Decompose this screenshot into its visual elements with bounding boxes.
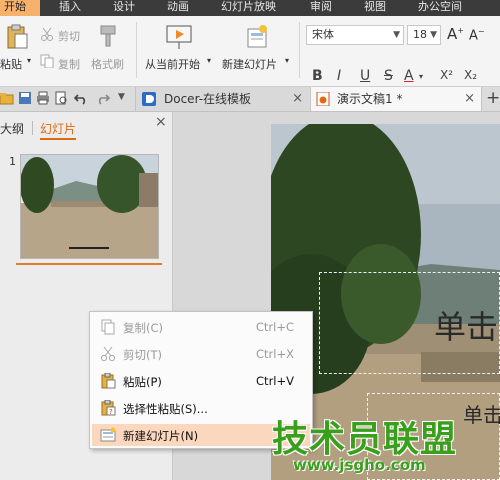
svg-text:?: ? [109,408,113,416]
paste-special-icon: ? [101,400,116,416]
tab-docer-templates[interactable]: Docer-在线模板 × [135,87,309,111]
close-icon[interactable]: × [464,87,475,111]
print-preview-icon[interactable] [54,91,68,105]
subscript-button[interactable]: X₂ [464,68,477,82]
ribbon: 粘贴 ▾ 剪切 复制 格式刷 从当前开始 ▾ 新建幻灯片 ▾ 宋体 ▼ 18 ▼ [0,16,500,87]
undo-icon[interactable] [74,91,88,105]
tab-insert[interactable]: 插入 [59,0,81,16]
ribbon-tab-bar: 开始 插入 设计 动画 幻灯片放映 审阅 视图 办公空间 [0,0,500,16]
tab-design[interactable]: 设计 [113,0,135,16]
menu-item-paste[interactable]: 粘贴(P) Ctrl+V [92,370,310,392]
quick-access-more-icon[interactable]: ▼ [118,92,125,102]
font-size-select[interactable]: 18 ▼ [407,25,441,45]
docer-logo-icon [142,92,156,106]
menu-item-label: 剪切(T) [123,348,162,362]
cut-button[interactable]: 剪切 [58,28,80,44]
tab-review[interactable]: 审阅 [310,0,332,16]
grow-font-button[interactable]: A+ [447,25,464,43]
paste-dropdown-icon[interactable]: ▾ [27,56,31,65]
thumbnail-landscape-image [21,155,158,258]
menu-item-shortcut: Ctrl+X [256,347,294,361]
clipboard-icon [101,373,116,389]
tab-presentation-label: 演示文稿1 * [337,92,403,106]
menu-item-label: 复制(C) [123,321,164,335]
save-icon[interactable] [18,91,32,105]
menu-item-copy[interactable]: 复制(C) Ctrl+C [92,316,310,338]
print-icon[interactable] [36,91,50,105]
slide-thumbnail[interactable] [20,154,159,259]
tab-home[interactable]: 开始 [0,0,40,16]
tab-docer-label: Docer-在线模板 [164,92,252,106]
play-from-current-button[interactable]: 从当前开始 [145,56,200,72]
chevron-down-icon: ▼ [393,30,400,40]
format-painter-button[interactable]: 格式刷 [91,56,124,72]
slide-number: 1 [9,155,16,168]
new-tab-button[interactable]: + [486,88,500,108]
new-slide-icon [100,427,116,442]
title-placeholder-text: 单击 [434,308,499,346]
scissors-icon [41,27,53,41]
presentation-file-icon [316,92,330,106]
new-slide-dropdown-icon[interactable]: ▾ [285,56,289,65]
paste-button[interactable]: 粘贴 [0,56,22,72]
document-tab-bar: ▼ Docer-在线模板 × 演示文稿1 * × + [0,87,500,112]
redo-icon[interactable] [96,91,110,105]
play-from-current-icon[interactable] [165,24,193,50]
tab-animation[interactable]: 动画 [167,0,189,16]
font-name-select[interactable]: 宋体 ▼ [306,25,404,45]
new-slide-icon[interactable] [245,24,269,50]
font-color-dropdown-icon[interactable]: ▾ [419,72,423,81]
paste-icon[interactable] [6,24,28,50]
copy-icon [101,319,115,335]
copy-button[interactable]: 复制 [58,56,80,72]
italic-button[interactable]: I [337,68,341,84]
scissors-icon [100,346,116,362]
superscript-button[interactable]: X² [440,68,453,82]
font-name-value: 宋体 [312,28,334,41]
new-slide-button[interactable]: 新建幻灯片 [222,56,277,72]
tab-slides[interactable]: 幻灯片 [40,120,77,140]
selected-slide-indicator [16,263,162,265]
chevron-down-icon: ▼ [430,30,437,40]
close-icon[interactable]: × [292,87,303,111]
menu-item-label: 新建幻灯片(N) [123,429,199,443]
menu-item-label: 选择性粘贴(S)... [123,402,208,416]
bold-button[interactable]: B [312,68,323,84]
menu-item-label: 粘贴(P) [123,375,162,389]
format-painter-icon [100,25,116,47]
menu-item-shortcut: Ctrl+V [256,374,294,388]
font-size-value: 18 [413,28,427,41]
tab-outline[interactable]: 大纲 [0,120,24,137]
tab-presentation[interactable]: 演示文稿1 * × [310,87,482,111]
underline-button[interactable]: U [360,68,370,84]
shrink-font-button[interactable]: A− [469,27,485,43]
watermark-url: www.jsgho.com [293,456,426,474]
strikethrough-button[interactable]: S [384,68,393,84]
menu-item-shortcut: Ctrl+C [255,320,294,334]
font-color-button[interactable]: A [404,68,414,84]
tab-office-space[interactable]: 办公空间 [418,0,462,16]
play-dropdown-icon[interactable]: ▾ [207,56,211,65]
menu-item-cut[interactable]: 剪切(T) Ctrl+X [92,343,310,365]
tab-view[interactable]: 视图 [364,0,386,16]
watermark-title: 技术员联盟 [272,419,458,460]
subtitle-placeholder-text: 单击 [463,403,500,427]
tab-slideshow[interactable]: 幻灯片放映 [221,0,276,16]
copy-icon [40,54,54,68]
open-folder-icon[interactable] [0,91,14,105]
close-panel-icon[interactable]: × [155,114,167,130]
